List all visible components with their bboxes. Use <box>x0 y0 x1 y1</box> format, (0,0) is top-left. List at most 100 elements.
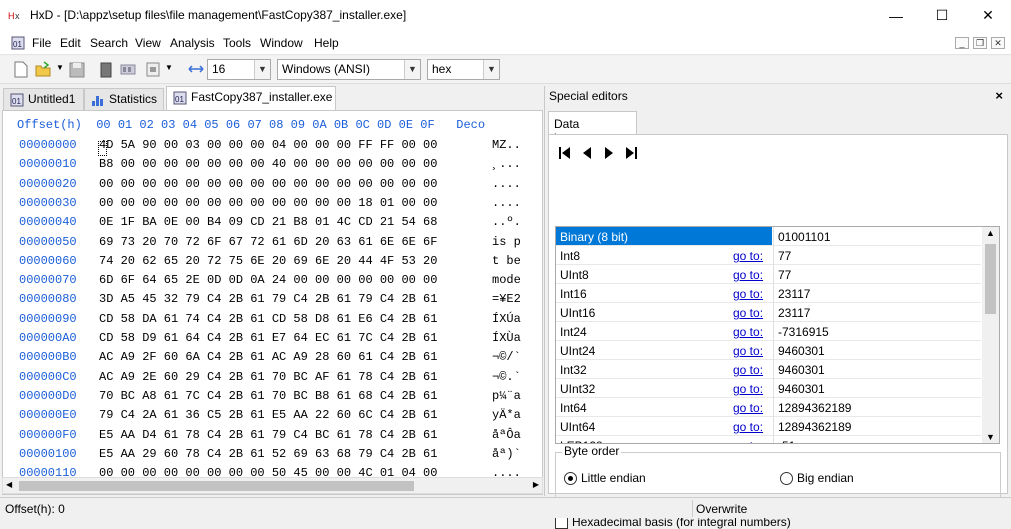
row-bytes[interactable]: 79 C4 2A 61 36 C5 2B 61 E5 AA 22 60 6C C… <box>99 408 437 422</box>
next-icon[interactable] <box>602 146 616 160</box>
row-bytes[interactable]: E5 AA 29 60 78 C4 2B 61 52 69 63 68 79 C… <box>99 447 437 461</box>
inspector-row[interactable]: Int32 go to: 9460301 <box>556 360 981 379</box>
row-bytes[interactable]: 3D A5 45 32 79 C4 2B 61 79 C4 2B 61 79 C… <box>99 292 437 306</box>
row-bytes[interactable]: AC A9 2F 60 6A C4 2B 61 AC A9 28 60 61 C… <box>99 350 437 364</box>
open-dropdown-icon[interactable]: ▼ <box>56 63 64 72</box>
previous-icon[interactable] <box>580 146 594 160</box>
big-endian-radio[interactable] <box>780 472 793 485</box>
row-decoded[interactable]: is p <box>492 235 521 249</box>
row-decoded[interactable]: åªÔa <box>492 428 521 442</box>
bytes-per-row-select[interactable]: 16 ▼ <box>207 59 271 80</box>
row-bytes[interactable]: 00 00 00 00 00 00 00 00 00 00 00 00 18 0… <box>99 196 437 210</box>
inspector-row[interactable]: UInt32 go to: 9460301 <box>556 379 981 398</box>
inspector-row[interactable]: Int64 go to: 12894362189 <box>556 398 981 417</box>
tab-fastcopy-installer[interactable]: 01 FastCopy387_installer.exe <box>166 86 336 110</box>
inspector-row[interactable]: UInt24 go to: 9460301 <box>556 341 981 360</box>
row-decoded[interactable]: åª)` <box>492 447 521 461</box>
mdi-minimize-icon[interactable]: _ <box>955 37 969 49</box>
row-bytes[interactable]: 6D 6F 64 65 2E 0D 0D 0A 24 00 00 00 00 0… <box>99 273 437 287</box>
type-value[interactable]: 23117 <box>773 303 981 322</box>
goto-link[interactable]: go to: <box>733 287 763 301</box>
menu-help[interactable]: Help <box>314 36 339 50</box>
document-icon[interactable]: 01 <box>11 36 25 50</box>
tab-statistics[interactable]: Statistics <box>84 88 164 110</box>
row-decoded[interactable]: yÄ*a <box>492 408 521 422</box>
row-bytes[interactable]: 69 73 20 70 72 6F 67 72 61 6D 20 63 61 6… <box>99 235 437 249</box>
row-bytes[interactable]: AC A9 2E 60 29 C4 2B 61 70 BC AF 61 78 C… <box>99 370 437 384</box>
goto-link[interactable]: go to: <box>733 382 763 396</box>
row-bytes[interactable]: E5 AA D4 61 78 C4 2B 61 79 C4 BC 61 78 C… <box>99 428 437 442</box>
minimize-button[interactable]: — <box>873 0 919 31</box>
goto-link[interactable]: go to: <box>733 401 763 415</box>
goto-link[interactable]: go to: <box>733 306 763 320</box>
goto-link[interactable]: go to: <box>733 344 763 358</box>
inspector-row[interactable]: LEB128go to:-51 <box>556 436 981 443</box>
little-endian-label[interactable]: Little endian <box>581 471 646 485</box>
row-decoded[interactable]: ÍXÙa <box>492 331 521 345</box>
hex-editor[interactable]: Offset(h) 00 01 02 03 04 05 06 07 08 09 … <box>2 110 543 495</box>
scroll-down-icon[interactable]: ▼ <box>986 432 995 442</box>
row-decoded[interactable]: mode <box>492 273 521 287</box>
row-decoded[interactable]: p¼¨a <box>492 389 521 403</box>
scroll-thumb[interactable] <box>985 244 996 314</box>
goto-link[interactable]: go to: <box>733 420 763 434</box>
type-value[interactable]: 01001101 <box>773 227 981 246</box>
open-disk-image-icon[interactable] <box>145 61 161 78</box>
menu-window[interactable]: Window <box>260 36 303 50</box>
disk-dropdown-icon[interactable]: ▼ <box>165 63 173 72</box>
tab-untitled1[interactable]: 01 Untitled1 <box>3 88 84 110</box>
row-bytes[interactable]: 0E 1F BA 0E 00 B4 09 CD 21 B8 01 4C CD 2… <box>99 215 437 229</box>
type-value[interactable]: -51 <box>773 436 981 443</box>
row-decoded[interactable]: .... <box>492 177 521 191</box>
mdi-close-icon[interactable]: ✕ <box>991 37 1005 49</box>
goto-link[interactable]: go to: <box>733 439 763 443</box>
menu-analysis[interactable]: Analysis <box>170 36 215 50</box>
scroll-right-icon[interactable]: ▶ <box>533 480 539 489</box>
goto-link[interactable]: go to: <box>733 325 763 339</box>
type-value[interactable]: 77 <box>773 265 981 284</box>
mdi-restore-icon[interactable]: ❐ <box>973 37 987 49</box>
menu-edit[interactable]: Edit <box>60 36 81 50</box>
inspector-row[interactable]: UInt8 go to: 77 <box>556 265 981 284</box>
new-file-icon[interactable] <box>13 61 29 78</box>
type-value[interactable]: 77 <box>773 246 981 265</box>
disk-icon[interactable] <box>98 61 114 78</box>
close-panel-icon[interactable]: × <box>995 88 1003 103</box>
vertical-scrollbar[interactable]: ▲ ▼ <box>982 227 999 443</box>
save-icon[interactable] <box>69 61 85 78</box>
scroll-up-icon[interactable]: ▲ <box>986 228 995 238</box>
row-decoded[interactable]: ÍXÚa <box>492 312 521 326</box>
tab-data-inspector[interactable]: Data inspector <box>548 111 637 145</box>
first-icon[interactable] <box>558 146 572 160</box>
inspector-row[interactable]: Int16 go to: 23117 <box>556 284 981 303</box>
type-value[interactable]: 12894362189 <box>773 417 981 436</box>
row-decoded[interactable]: ¬©.` <box>492 370 521 384</box>
goto-link[interactable]: go to: <box>733 268 763 282</box>
row-decoded[interactable]: ¸... <box>492 157 521 171</box>
row-decoded[interactable]: .... <box>492 196 521 210</box>
menu-view[interactable]: View <box>135 36 161 50</box>
inspector-row[interactable]: UInt16 go to: 23117 <box>556 303 981 322</box>
inspector-row[interactable]: Binary (8 bit) 01001101 <box>556 227 981 246</box>
mode-status[interactable]: Overwrite <box>696 502 747 516</box>
scroll-left-icon[interactable]: ◀ <box>6 480 12 489</box>
inspector-row[interactable]: Int8 go to: 77 <box>556 246 981 265</box>
menu-search[interactable]: Search <box>90 36 128 50</box>
scroll-thumb[interactable] <box>19 481 414 491</box>
type-value[interactable]: 9460301 <box>773 360 981 379</box>
little-endian-radio[interactable] <box>564 472 577 485</box>
row-decoded[interactable]: ¬©/` <box>492 350 521 364</box>
maximize-button[interactable]: ☐ <box>919 0 965 31</box>
row-bytes[interactable]: 74 20 62 65 20 72 75 6E 20 69 6E 20 44 4… <box>99 254 437 268</box>
horizontal-scrollbar[interactable]: ◀ ▶ <box>2 477 543 494</box>
row-decoded[interactable]: t be <box>492 254 521 268</box>
type-value[interactable]: 9460301 <box>773 341 981 360</box>
goto-link[interactable]: go to: <box>733 363 763 377</box>
big-endian-label[interactable]: Big endian <box>797 471 854 485</box>
row-bytes[interactable]: 70 BC A8 61 7C C4 2B 61 70 BC B8 61 68 C… <box>99 389 437 403</box>
goto-link[interactable]: go to: <box>733 249 763 263</box>
ram-icon[interactable] <box>120 61 136 78</box>
row-decoded[interactable]: ..º. <box>492 215 521 229</box>
row-bytes[interactable]: B8 00 00 00 00 00 00 00 40 00 00 00 00 0… <box>99 157 437 171</box>
menu-tools[interactable]: Tools <box>223 36 251 50</box>
